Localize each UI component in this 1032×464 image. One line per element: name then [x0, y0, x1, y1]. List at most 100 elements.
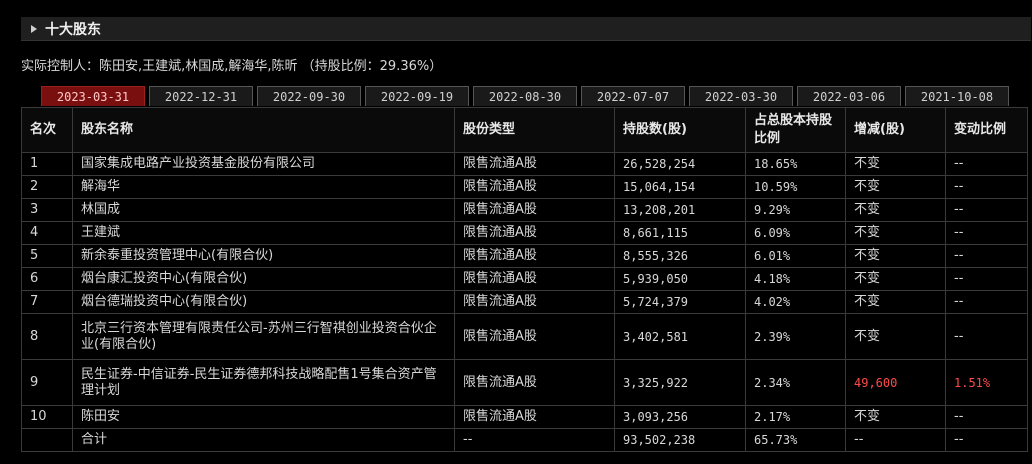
cell-share-type: 限售流通A股 — [454, 244, 615, 268]
cell-rank: 7 — [21, 290, 73, 314]
cell-holding-ratio: 9.29% — [745, 198, 846, 222]
cell-holding-ratio: 2.39% — [745, 313, 846, 360]
report-date-tabs: 2023-03-31 2022-12-31 2022-09-30 2022-09… — [41, 86, 1013, 107]
cell-shareholder-name: 北京三行资本管理有限责任公司-苏州三行智祺创业投资合伙企业(有限合伙) — [72, 313, 455, 360]
header-shares-held: 持股数(股) — [614, 107, 746, 153]
top-ten-shareholders-table: 名次 股东名称 股份类型 持股数(股) 占总股本持股比例 增减(股) 变动比例 … — [21, 107, 1028, 452]
cell-share-type: 限售流通A股 — [454, 175, 615, 199]
cell-change: 不变 — [845, 221, 946, 245]
cell-change-ratio: -- — [945, 244, 1028, 268]
cell-rank: 5 — [21, 244, 73, 268]
tab-2022-09-19[interactable]: 2022-09-19 — [365, 86, 469, 106]
cell-change: 不变 — [845, 405, 946, 429]
cell-change-ratio: -- — [945, 267, 1028, 291]
cell-shareholder-name: 国家集成电路产业投资基金股份有限公司 — [72, 152, 455, 176]
header-change: 增减(股) — [845, 107, 946, 153]
cell-rank — [21, 428, 73, 452]
table-row: 3 林国成 限售流通A股 13,208,201 9.29% 不变 -- — [21, 198, 1028, 222]
table-row: 2 解海华 限售流通A股 15,064,154 10.59% 不变 -- — [21, 175, 1028, 199]
cell-rank: 4 — [21, 221, 73, 245]
header-rank: 名次 — [21, 107, 73, 153]
cell-holding-ratio: 6.01% — [745, 244, 846, 268]
cell-rank: 3 — [21, 198, 73, 222]
cell-share-type: 限售流通A股 — [454, 405, 615, 429]
cell-change: 不变 — [845, 198, 946, 222]
tab-2022-03-30[interactable]: 2022-03-30 — [689, 86, 793, 106]
cell-share-type: 限售流通A股 — [454, 152, 615, 176]
cell-shareholder-name: 林国成 — [72, 198, 455, 222]
table-row: 5 新余泰重投资管理中心(有限合伙) 限售流通A股 8,555,326 6.01… — [21, 244, 1028, 268]
cell-holding-ratio: 4.18% — [745, 267, 846, 291]
cell-total-ratio: 65.73% — [745, 428, 846, 452]
table-row: 9 民生证券-中信证券-民生证券德邦科技战略配售1号集合资产管理计划 限售流通A… — [21, 359, 1028, 406]
table-row: 8 北京三行资本管理有限责任公司-苏州三行智祺创业投资合伙企业(有限合伙) 限售… — [21, 313, 1028, 360]
table-total-row: 合计 -- 93,502,238 65.73% -- -- — [21, 428, 1028, 452]
cell-shareholder-name: 民生证券-中信证券-民生证券德邦科技战略配售1号集合资产管理计划 — [72, 359, 455, 406]
header-holding-ratio: 占总股本持股比例 — [745, 107, 846, 153]
cell-change: 不变 — [845, 244, 946, 268]
cell-change: 49,600 — [845, 359, 946, 406]
header-share-type: 股份类型 — [454, 107, 615, 153]
table-row: 7 烟台德瑞投资中心(有限合伙) 限售流通A股 5,724,379 4.02% … — [21, 290, 1028, 314]
cell-change-ratio: -- — [945, 198, 1028, 222]
cell-shareholder-name: 王建斌 — [72, 221, 455, 245]
cell-share-type: 限售流通A股 — [454, 290, 615, 314]
cell-share-type: 限售流通A股 — [454, 267, 615, 291]
tab-2022-07-07[interactable]: 2022-07-07 — [581, 86, 685, 106]
cell-holding-ratio: 18.65% — [745, 152, 846, 176]
cell-share-type: 限售流通A股 — [454, 221, 615, 245]
cell-holding-ratio: 4.02% — [745, 290, 846, 314]
cell-rank: 1 — [21, 152, 73, 176]
cell-change-ratio: -- — [945, 290, 1028, 314]
cell-shares-held: 13,208,201 — [614, 198, 746, 222]
cell-holding-ratio: 10.59% — [745, 175, 846, 199]
section-title: 十大股东 — [45, 21, 101, 38]
tab-2022-08-30[interactable]: 2022-08-30 — [473, 86, 577, 106]
tab-2023-03-31[interactable]: 2023-03-31 — [41, 86, 145, 106]
cell-change-ratio: -- — [945, 313, 1028, 360]
cell-change: -- — [845, 428, 946, 452]
cell-change-ratio: -- — [945, 221, 1028, 245]
cell-change: 不变 — [845, 290, 946, 314]
cell-share-type: -- — [454, 428, 615, 452]
cell-holding-ratio: 6.09% — [745, 221, 846, 245]
cell-rank: 2 — [21, 175, 73, 199]
cell-rank: 9 — [21, 359, 73, 406]
cell-shareholder-name: 烟台康汇投资中心(有限合伙) — [72, 267, 455, 291]
cell-rank: 8 — [21, 313, 73, 360]
tab-2022-09-30[interactable]: 2022-09-30 — [257, 86, 361, 106]
tab-2022-03-06[interactable]: 2022-03-06 — [797, 86, 901, 106]
cell-change-ratio: -- — [945, 405, 1028, 429]
cell-shares-held: 8,661,115 — [614, 221, 746, 245]
cell-change-ratio: -- — [945, 152, 1028, 176]
cell-share-type: 限售流通A股 — [454, 198, 615, 222]
cell-change-ratio: -- — [945, 428, 1028, 452]
table-header-row: 名次 股东名称 股份类型 持股数(股) 占总股本持股比例 增减(股) 变动比例 — [21, 107, 1028, 153]
cell-shares-held: 26,528,254 — [614, 152, 746, 176]
cell-total-label: 合计 — [72, 428, 455, 452]
cell-rank: 6 — [21, 267, 73, 291]
cell-shares-held: 3,093,256 — [614, 405, 746, 429]
header-shareholder-name: 股东名称 — [72, 107, 455, 153]
cell-shares-held: 3,402,581 — [614, 313, 746, 360]
table-row: 1 国家集成电路产业投资基金股份有限公司 限售流通A股 26,528,254 1… — [21, 152, 1028, 176]
cell-shareholder-name: 解海华 — [72, 175, 455, 199]
cell-total-shares: 93,502,238 — [614, 428, 746, 452]
cell-shareholder-name: 陈田安 — [72, 405, 455, 429]
cell-change-ratio: 1.51% — [945, 359, 1028, 406]
section-header[interactable]: 十大股东 — [21, 17, 1031, 41]
header-change-ratio: 变动比例 — [945, 107, 1028, 153]
cell-share-type: 限售流通A股 — [454, 359, 615, 406]
cell-holding-ratio: 2.34% — [745, 359, 846, 406]
tab-2021-10-08[interactable]: 2021-10-08 — [905, 86, 1009, 106]
cell-change: 不变 — [845, 152, 946, 176]
cell-shares-held: 3,325,922 — [614, 359, 746, 406]
cell-shareholder-name: 新余泰重投资管理中心(有限合伙) — [72, 244, 455, 268]
actual-controller-text: 实际控制人：陈田安,王建斌,林国成,解海华,陈昕 （持股比例：29.36%） — [21, 59, 443, 74]
table-row: 6 烟台康汇投资中心(有限合伙) 限售流通A股 5,939,050 4.18% … — [21, 267, 1028, 291]
cell-holding-ratio: 2.17% — [745, 405, 846, 429]
tab-2022-12-31[interactable]: 2022-12-31 — [149, 86, 253, 106]
table-row: 4 王建斌 限售流通A股 8,661,115 6.09% 不变 -- — [21, 221, 1028, 245]
cell-rank: 10 — [21, 405, 73, 429]
cell-change: 不变 — [845, 267, 946, 291]
